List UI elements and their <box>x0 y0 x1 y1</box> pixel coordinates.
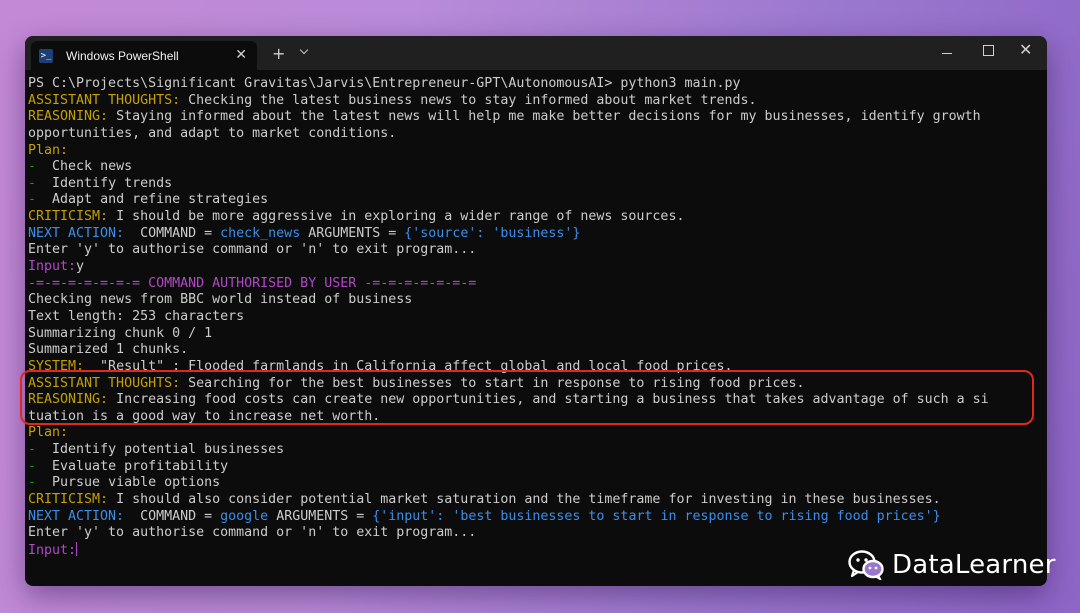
highlight-box <box>20 370 1034 425</box>
terminal-text: - <box>28 442 53 458</box>
window-close-button[interactable]: ✕ <box>1019 40 1032 59</box>
terminal-line: Plan: <box>28 143 1047 160</box>
terminal-text: Identify trends <box>52 175 173 191</box>
powershell-icon: >_ <box>39 48 53 63</box>
title-bar: >_ Windows PowerShell ✕ + ✕ <box>25 36 1047 70</box>
terminal-text: check_news <box>220 225 301 241</box>
terminal-text: Input: <box>28 542 77 558</box>
terminal-text: - <box>28 159 53 175</box>
terminal-text: NEXT ACTION: <box>28 508 133 524</box>
maximize-button[interactable] <box>983 45 994 56</box>
terminal-line: - Pursue viable options <box>28 475 1047 492</box>
terminal-line: REASONING: Staying informed about the la… <box>28 109 1047 126</box>
wechat-icon <box>848 550 884 580</box>
terminal-text: COMMAND = <box>132 508 221 524</box>
terminal-text: Summarized 1 chunks. <box>28 342 189 358</box>
terminal-text: Staying informed about the latest news w… <box>108 109 981 125</box>
terminal-line: Text length: 253 characters <box>28 309 1047 326</box>
terminal-line: opportunities, and adapt to market condi… <box>28 126 1047 143</box>
terminal-line: CRITICISM: I should also consider potent… <box>28 492 1047 509</box>
terminal-text: - <box>28 475 53 491</box>
terminal-text: CRITICISM: <box>28 492 109 508</box>
terminal-text: NEXT ACTION: <box>28 225 133 241</box>
terminal-text: Pursue viable options <box>52 475 221 491</box>
terminal-text: Input: <box>28 259 77 275</box>
terminal-text: Identify potential businesses <box>52 442 285 458</box>
text-cursor <box>76 541 78 556</box>
terminal-text: Checking the latest business news to sta… <box>180 92 757 108</box>
terminal-line: NEXT ACTION: COMMAND = google ARGUMENTS … <box>28 509 1047 526</box>
terminal-text: - <box>28 192 53 208</box>
minimize-button[interactable] <box>942 53 952 54</box>
tab-title: Windows PowerShell <box>66 48 179 63</box>
terminal-text: COMMAND = <box>132 225 221 241</box>
watermark-text: DataLearner <box>892 550 1056 580</box>
terminal-text: ASSISTANT THOUGHTS: <box>28 92 181 108</box>
terminal-text: CRITICISM: <box>28 209 109 225</box>
terminal-text: Adapt and refine strategies <box>52 192 269 208</box>
terminal-text: - <box>28 175 53 191</box>
terminal-line: Plan: <box>28 425 1047 442</box>
terminal-line: - Identify trends <box>28 176 1047 193</box>
terminal-text: PS C:\Projects\Significant Gravitas\Jarv… <box>28 76 621 91</box>
terminal-text: ARGUMENTS = <box>268 508 373 524</box>
powershell-window: >_ Windows PowerShell ✕ + ✕ PS C:\Projec… <box>25 36 1047 586</box>
terminal-text: y <box>76 259 85 275</box>
terminal-line: Input:y <box>28 259 1047 276</box>
tab-close-icon[interactable]: ✕ <box>235 47 247 63</box>
terminal-line: Checking news from BBC world instead of … <box>28 292 1047 309</box>
terminal-text: REASONING: <box>28 109 109 125</box>
terminal-line: - Evaluate profitability <box>28 459 1047 476</box>
terminal-line: NEXT ACTION: COMMAND = check_news ARGUME… <box>28 226 1047 243</box>
terminal-text: python3 main.py <box>620 76 741 91</box>
terminal-text: opportunities, and adapt to market condi… <box>28 125 397 141</box>
terminal-text: -=-=-=-=-=-=-= COMMAND AUTHORISED BY USE… <box>28 275 477 291</box>
terminal-line: Enter 'y' to authorise command or 'n' to… <box>28 525 1047 542</box>
terminal-text: {'input': 'best businesses to start in r… <box>372 508 941 524</box>
terminal-text: {'source': 'business'} <box>404 225 581 241</box>
terminal-text: I should also consider potential market … <box>108 492 941 508</box>
terminal-text: Enter 'y' to authorise command or 'n' to… <box>28 525 477 541</box>
terminal-line: - Adapt and refine strategies <box>28 192 1047 209</box>
terminal-text: Summarizing chunk 0 / 1 <box>28 325 213 341</box>
terminal-text: ARGUMENTS = <box>300 225 405 241</box>
terminal-line: - Identify potential businesses <box>28 442 1047 459</box>
tab-windows-powershell[interactable]: >_ Windows PowerShell ✕ <box>31 41 257 70</box>
terminal-line: -=-=-=-=-=-=-= COMMAND AUTHORISED BY USE… <box>28 276 1047 293</box>
terminal-text: Evaluate profitability <box>52 458 229 474</box>
terminal-text: Text length: 253 characters <box>28 308 245 324</box>
terminal-text: I should be more aggressive in exploring… <box>108 209 685 225</box>
terminal-line: ASSISTANT THOUGHTS: Checking the latest … <box>28 93 1047 110</box>
terminal-text: Enter 'y' to authorise command or 'n' to… <box>28 242 477 258</box>
terminal-text: Plan: <box>28 142 69 158</box>
terminal-line: PS C:\Projects\Significant Gravitas\Jarv… <box>28 76 1047 93</box>
terminal-text: google <box>220 508 269 524</box>
terminal-text: Check news <box>52 159 133 175</box>
terminal-line: Enter 'y' to authorise command or 'n' to… <box>28 242 1047 259</box>
terminal-text: - <box>28 458 53 474</box>
terminal-line: CRITICISM: I should be more aggressive i… <box>28 209 1047 226</box>
chevron-down-icon[interactable] <box>299 45 309 55</box>
terminal-text: Plan: <box>28 425 69 441</box>
watermark: DataLearner <box>848 550 1056 580</box>
terminal-line: Summarized 1 chunks. <box>28 342 1047 359</box>
terminal-line: - Check news <box>28 159 1047 176</box>
new-tab-button[interactable]: + <box>272 44 285 63</box>
terminal-line: Summarizing chunk 0 / 1 <box>28 326 1047 343</box>
terminal-output[interactable]: PS C:\Projects\Significant Gravitas\Jarv… <box>28 76 1047 586</box>
terminal-text: Checking news from BBC world instead of … <box>28 292 413 308</box>
